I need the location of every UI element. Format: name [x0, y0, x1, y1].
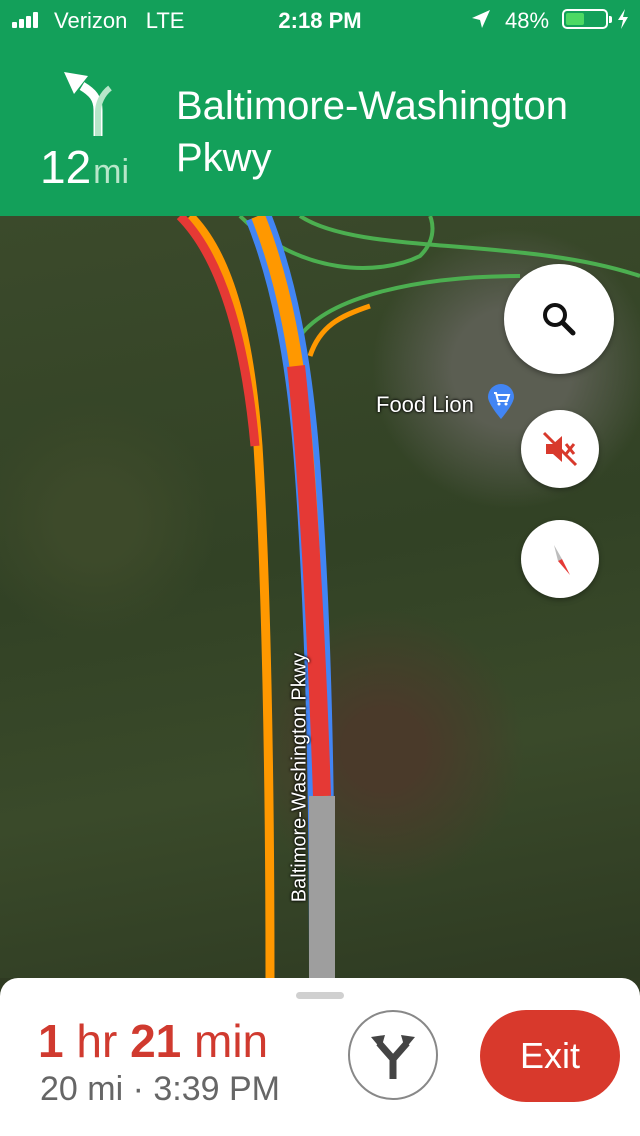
poi-label-food-lion[interactable]: Food Lion: [376, 392, 474, 418]
navigation-header: Verizon LTE 2:18 PM 48% 12mi Baltimore-W…: [0, 0, 640, 216]
muted-speaker-icon: [542, 431, 578, 467]
street-name: Baltimore-Washington Pkwy: [176, 84, 569, 180]
route-fork-icon: [371, 1035, 415, 1079]
exit-button[interactable]: Exit: [480, 1010, 620, 1102]
sheet-grabber[interactable]: [296, 992, 344, 999]
search-icon: [543, 303, 576, 336]
compass-icon: [554, 545, 570, 575]
turn-distance: 12mi: [40, 141, 130, 193]
slight-left-arrow-icon: [64, 72, 112, 136]
trip-summary-sheet[interactable]: 1 hr 21 min 20 mi · 3:39 PM Exit: [0, 978, 640, 1136]
status-bar: Verizon LTE 2:18 PM 48%: [0, 0, 640, 40]
location-arrow-icon: [472, 10, 490, 28]
mute-button[interactable]: [521, 410, 599, 488]
charging-bolt-icon: [618, 9, 628, 29]
eta-duration: 1 hr 21 min: [38, 1015, 269, 1067]
battery-percent: 48%: [505, 8, 550, 33]
search-button[interactable]: [504, 264, 614, 374]
battery-icon: [562, 9, 612, 29]
compass-button[interactable]: [521, 520, 599, 598]
alternate-routes-button[interactable]: [348, 1010, 438, 1100]
road-label: Baltimore-Washington Pkwy: [288, 652, 311, 903]
shopping-cart-pin-icon[interactable]: [486, 384, 516, 420]
trip-details: 20 mi · 3:39 PM: [40, 1070, 280, 1108]
